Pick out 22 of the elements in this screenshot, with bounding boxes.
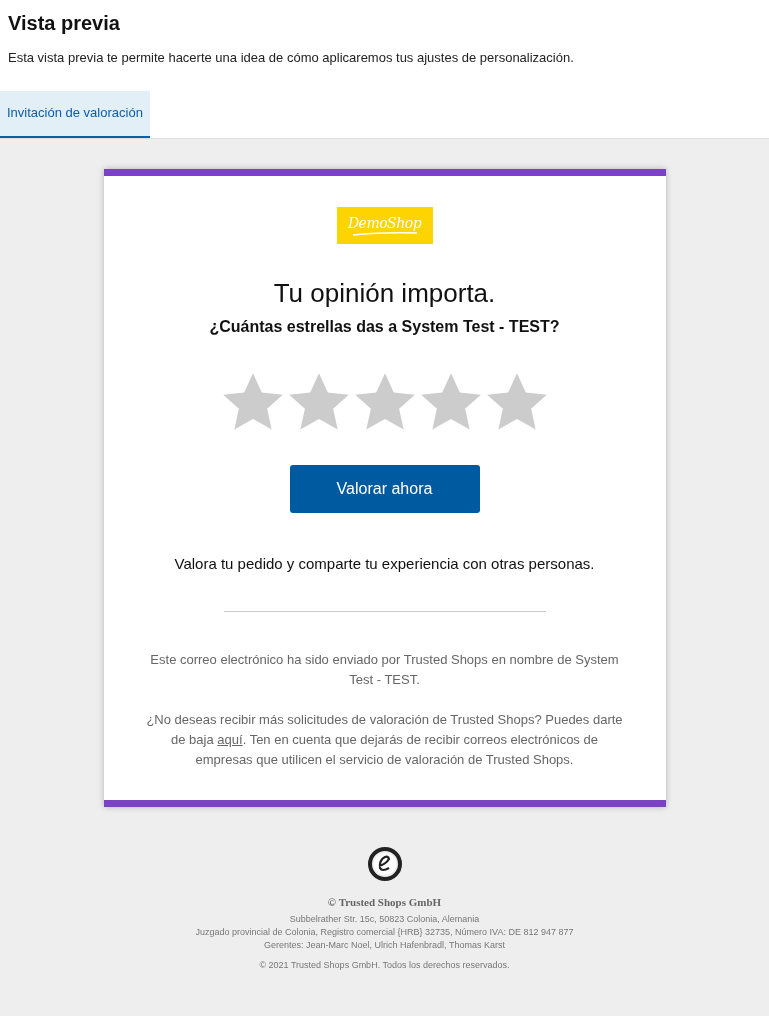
footer-line: Gerentes: Jean-Marc Noel, Ulrich Hafenbradl, Thomas Karst xyxy=(264,938,505,952)
star-icon[interactable] xyxy=(485,371,548,430)
sender-note: Este correo electrónico ha sido enviado por Trusted Shops en nombre de System Test - TEST. xyxy=(149,651,620,689)
footer-line: Subbelrather Str. 15c, 50823 Colonia, Alemania xyxy=(289,912,480,926)
rate-now-button[interactable]: Valorar ahora xyxy=(289,464,480,513)
footer-copyright: © 2021 Trusted Shops GmbH. Todos los derechos reservados. xyxy=(259,958,510,972)
tab[interactable]: Invitación de valoración xyxy=(0,90,150,138)
footer-line: Juzgado provincial de Colonia, Registro comercial {HRB} 32735, Número IVA: DE 812 947 877 xyxy=(195,925,574,939)
unsubscribe-link[interactable]: aquí xyxy=(217,732,243,747)
page-description: Esta vista previa te permite hacerte una idea de cómo aplicaremos tus ajustes de personalización. xyxy=(7,49,575,67)
star-icon[interactable] xyxy=(419,371,482,430)
email-heading: Tu opinión importa. xyxy=(273,276,496,309)
rating-question: ¿Cuántas estrellas das a System Test - TEST? xyxy=(209,316,560,337)
page-title: Vista previa xyxy=(7,11,121,36)
star-icon[interactable] xyxy=(221,371,284,430)
rating-prompt: Valora tu pedido y comparte tu experiencia con otras personas. xyxy=(174,553,595,574)
shop-logo: DemoShop xyxy=(336,206,433,244)
unsubscribe-note: ¿No deseas recibir más solicitudes de valoración de Trusted Shops? Puedes darte de baja aquí. Ten en cuenta que dejarás de recibir correos electrónicos de empresas que utilicen el servicio de valoración de Trusted Shops. xyxy=(145,711,624,769)
footer-company: © Trusted Shops GmbH xyxy=(327,895,442,910)
star-icon[interactable] xyxy=(353,371,416,430)
star-icon[interactable] xyxy=(287,371,350,430)
trusted-shops-logo-icon xyxy=(367,847,402,881)
